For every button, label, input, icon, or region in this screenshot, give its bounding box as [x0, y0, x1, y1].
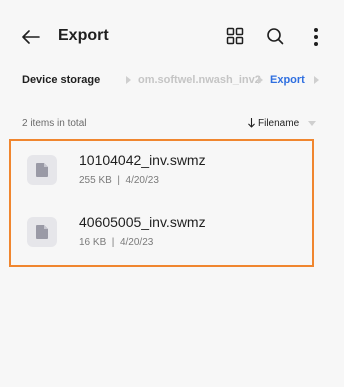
meta-separator: |: [109, 237, 118, 248]
file-list: 10104042_inv.swmz 255 KB | 4/20/23 40605…: [9, 139, 314, 267]
file-item[interactable]: 40605005_inv.swmz 16 KB | 4/20/23: [11, 203, 312, 265]
sort-label: Filename: [258, 117, 300, 129]
file-date: 4/20/23: [119, 237, 154, 248]
breadcrumb-item-package[interactable]: om.softwel.nwash_inv2: [138, 74, 261, 86]
chevron-right-icon: [314, 76, 319, 84]
search-button[interactable]: [266, 27, 286, 47]
breadcrumb-item-device-storage[interactable]: Device storage: [22, 74, 100, 86]
page-title: Export: [58, 27, 109, 44]
file-item[interactable]: 10104042_inv.swmz 255 KB | 4/20/23: [11, 141, 312, 203]
file-size: 16 KB: [79, 237, 107, 248]
app-bar: Export: [0, 0, 344, 72]
file-icon: [27, 217, 57, 247]
chevron-down-icon: [308, 120, 317, 126]
sort-button[interactable]: Filename: [248, 116, 317, 130]
chevron-right-icon: [126, 76, 131, 84]
chevron-right-icon: [258, 76, 263, 84]
file-name: 40605005_inv.swmz: [79, 214, 206, 230]
file-meta: 16 KB | 4/20/23: [79, 237, 153, 248]
arrow-left-icon: [22, 30, 40, 44]
search-icon: [267, 28, 284, 45]
file-meta: 255 KB | 4/20/23: [79, 175, 159, 186]
back-button[interactable]: [20, 26, 42, 48]
file-size: 255 KB: [79, 175, 112, 186]
grid-view-icon: [226, 27, 244, 45]
meta-separator: |: [114, 175, 123, 186]
sort-arrow-down-icon: [248, 118, 255, 128]
more-options-button[interactable]: [306, 26, 326, 48]
items-count: 2 items in total: [22, 118, 87, 129]
more-vertical-icon: [314, 28, 318, 46]
file-name: 10104042_inv.swmz: [79, 152, 206, 168]
grid-view-button[interactable]: [226, 27, 246, 47]
breadcrumb: Device storage om.softwel.nwash_inv2 Exp…: [0, 68, 344, 94]
file-date: 4/20/23: [125, 175, 159, 186]
breadcrumb-item-export[interactable]: Export: [270, 74, 305, 86]
file-icon: [27, 155, 57, 185]
